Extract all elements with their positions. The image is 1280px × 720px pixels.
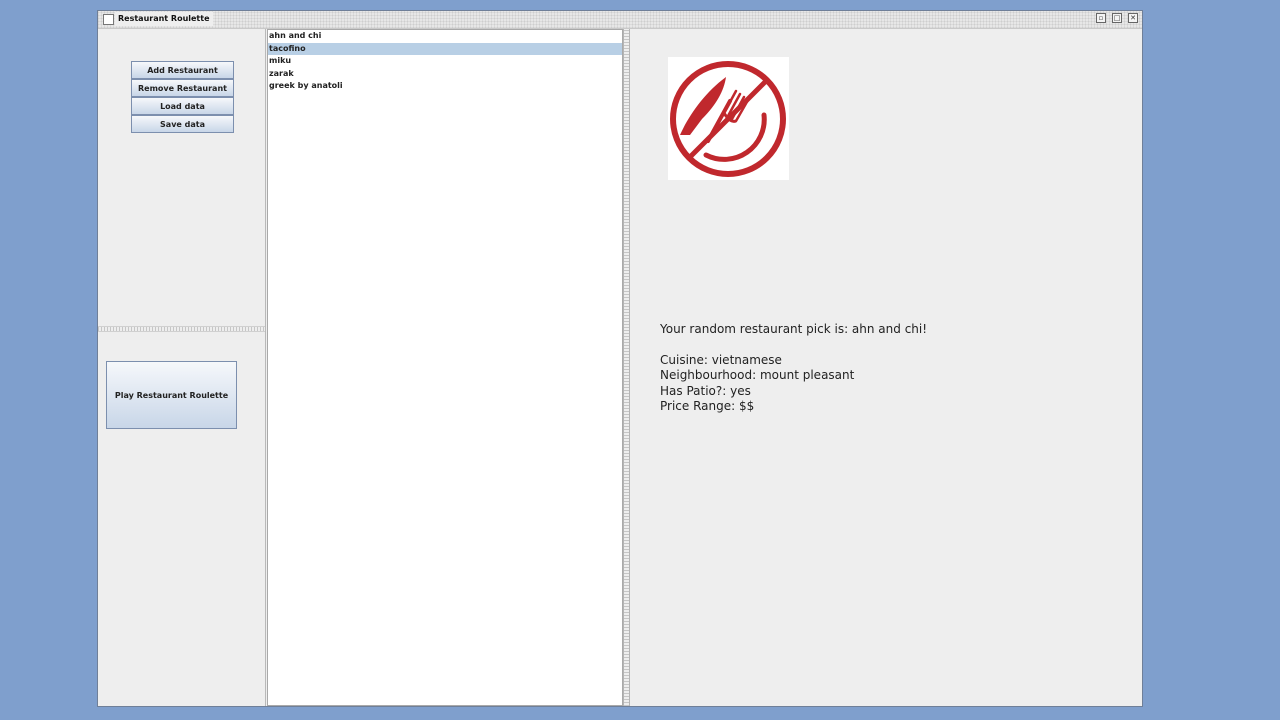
restaurant-list[interactable]: ahn and chi tacofino miku zarak greek by… bbox=[267, 29, 623, 706]
maximize-icon[interactable]: □ bbox=[1112, 13, 1122, 23]
list-item[interactable]: zarak bbox=[268, 68, 622, 81]
cuisine-text: Cuisine: vietnamese bbox=[660, 352, 782, 367]
list-item[interactable]: miku bbox=[268, 55, 622, 68]
list-item[interactable]: ahn and chi bbox=[268, 30, 622, 43]
title-bar[interactable]: Restaurant Roulette ▫ □ ✕ bbox=[98, 11, 1142, 29]
play-roulette-button[interactable]: Play Restaurant Roulette bbox=[106, 361, 237, 429]
plate-knife-fork-icon bbox=[670, 61, 786, 177]
price-text: Price Range: $$ bbox=[660, 399, 755, 413]
pick-text: Your random restaurant pick is: ahn and … bbox=[660, 322, 928, 336]
result-panel: Your random restaurant pick is: ahn and … bbox=[631, 29, 1142, 706]
left-panel-border bbox=[265, 29, 266, 706]
result-text: Your random restaurant pick is: ahn and … bbox=[660, 322, 927, 415]
patio-text: Has Patio?: yes bbox=[660, 383, 751, 398]
play-panel: Play Restaurant Roulette bbox=[98, 332, 265, 706]
close-icon[interactable]: ✕ bbox=[1128, 13, 1138, 23]
vertical-split-divider[interactable] bbox=[623, 29, 630, 706]
list-item[interactable]: greek by anatoli bbox=[268, 80, 622, 93]
load-data-button[interactable]: Load data bbox=[131, 97, 234, 115]
save-data-button[interactable]: Save data bbox=[131, 115, 234, 133]
neighbourhood-text: Neighbourhood: mount pleasant bbox=[660, 368, 855, 382]
remove-restaurant-button[interactable]: Remove Restaurant bbox=[131, 79, 234, 97]
window-title: Restaurant Roulette bbox=[115, 12, 213, 26]
button-panel: Add Restaurant Remove Restaurant Load da… bbox=[98, 29, 265, 326]
window-menu-icon[interactable] bbox=[103, 14, 114, 25]
app-window: Restaurant Roulette ▫ □ ✕ Add Restaurant… bbox=[97, 10, 1143, 707]
restaurant-logo bbox=[668, 57, 789, 180]
add-restaurant-button[interactable]: Add Restaurant bbox=[131, 61, 234, 79]
minimize-icon[interactable]: ▫ bbox=[1096, 13, 1106, 23]
window-controls: ▫ □ ✕ bbox=[1096, 13, 1138, 23]
list-item-selected[interactable]: tacofino bbox=[268, 42, 622, 55]
